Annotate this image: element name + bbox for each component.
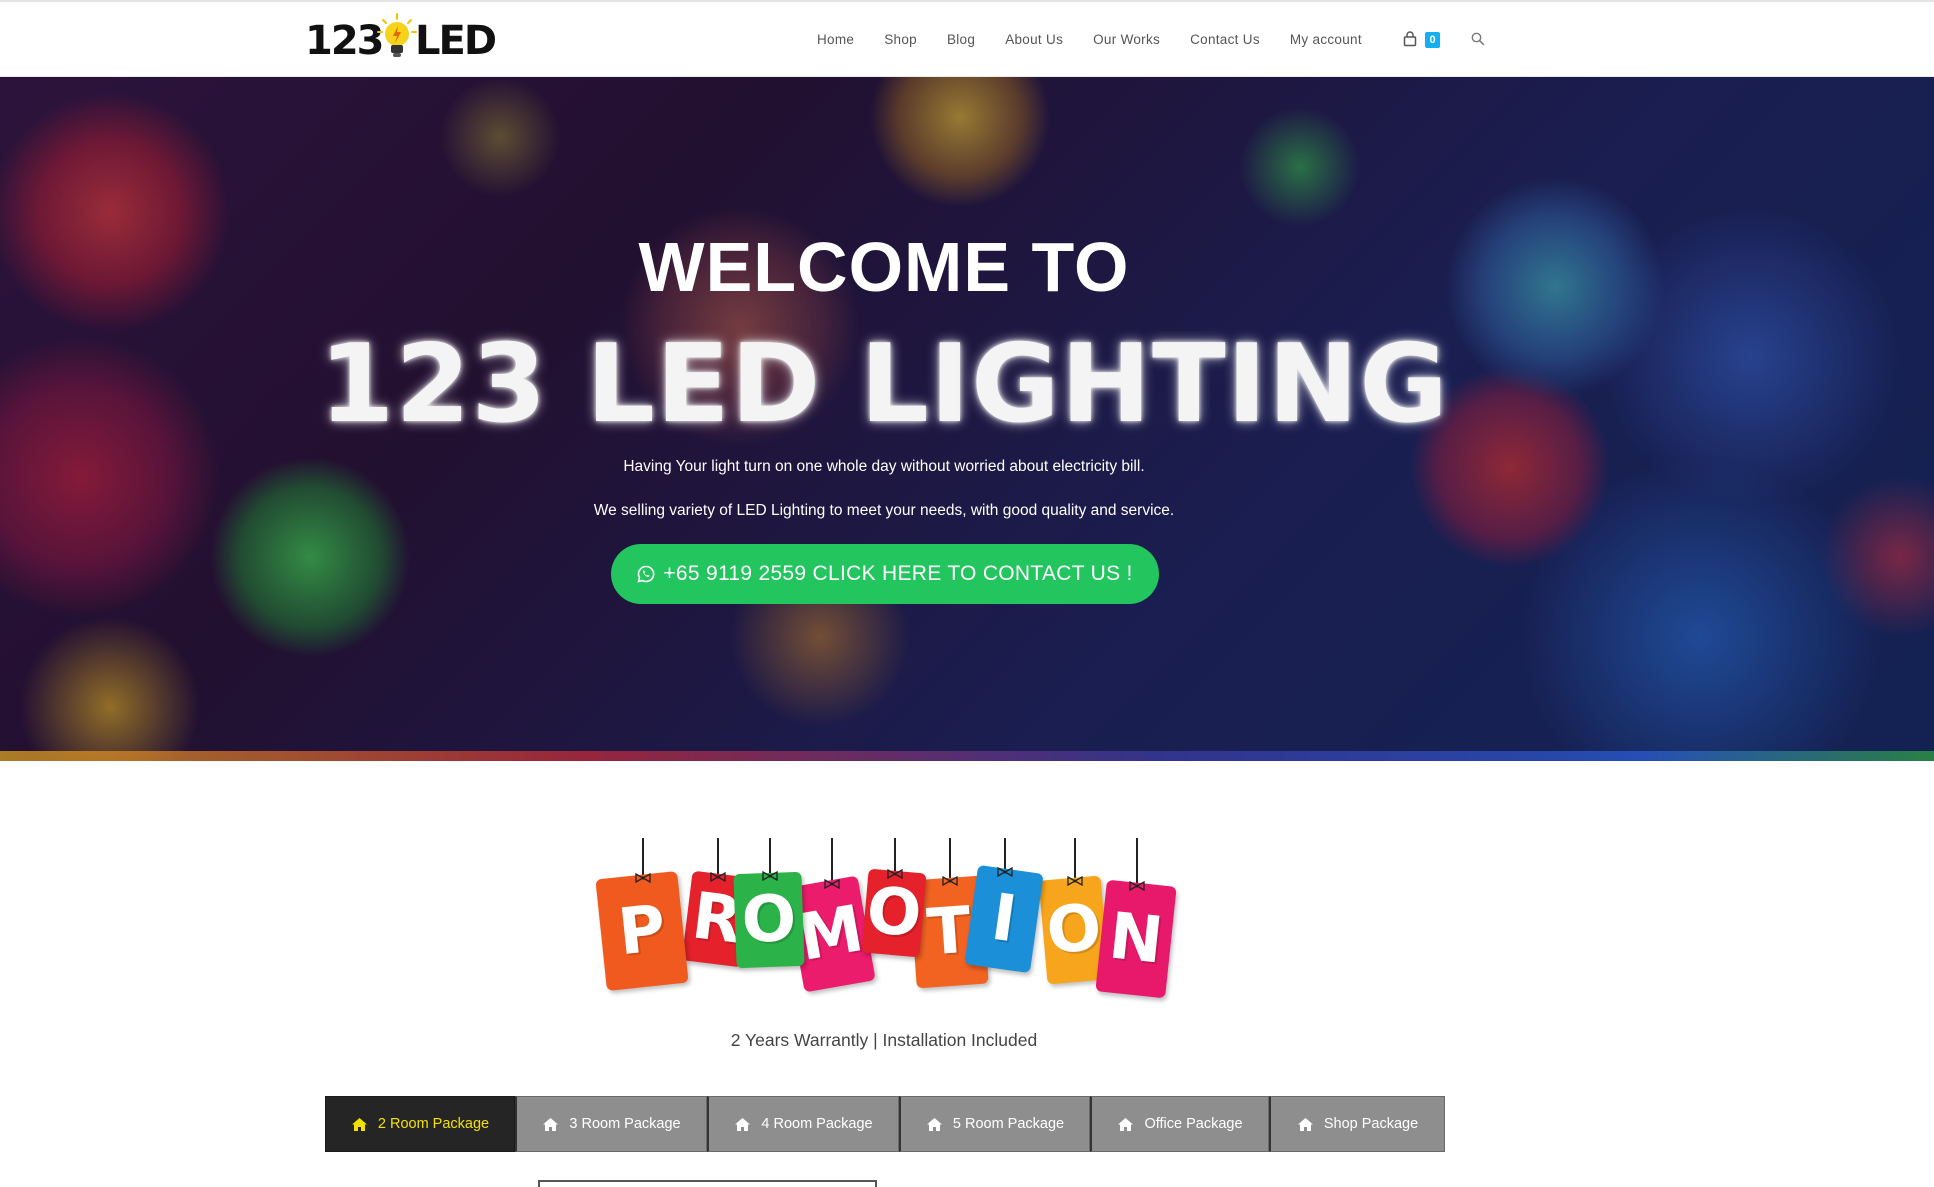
promotion-letter-tag: O	[861, 868, 927, 958]
hero-bottom-glow	[0, 751, 1934, 761]
promotion-string	[831, 838, 833, 885]
site-logo[interactable]: 123 LED	[305, 12, 497, 66]
bow-icon	[887, 869, 903, 879]
tab-label: Office Package	[1144, 1116, 1243, 1132]
bow-icon	[1067, 876, 1083, 886]
promotion-string	[1136, 838, 1138, 887]
home-icon	[735, 1117, 751, 1131]
bow-icon	[824, 879, 840, 889]
promotion-letter-tag: O	[733, 871, 805, 969]
cart-button[interactable]: 0	[1402, 30, 1442, 50]
hero-banner: WELCOME TO 123 LED LIGHTING Having Your …	[0, 77, 1934, 761]
nav-blog[interactable]: Blog	[947, 32, 975, 47]
tab-3-room-package[interactable]: 3 Room Package	[515, 1096, 707, 1152]
shopping-bag-icon	[1403, 31, 1417, 47]
logo-text-left: 123	[305, 18, 384, 64]
bow-icon	[997, 867, 1013, 877]
home-icon	[1118, 1117, 1134, 1131]
tab-4-room-package[interactable]: 4 Room Package	[707, 1096, 899, 1152]
promotion-letter-tag: P	[595, 871, 689, 991]
bow-icon	[710, 872, 726, 882]
tab-label: 3 Room Package	[569, 1116, 681, 1132]
tab-label: 4 Room Package	[761, 1116, 873, 1132]
cart-count-badge: 0	[1425, 32, 1440, 48]
nav-about-us[interactable]: About Us	[1005, 32, 1063, 47]
promotion-banner: PROMOTION	[595, 838, 1177, 1003]
search-button[interactable]	[1471, 32, 1485, 51]
main-nav: Home Shop Blog About Us Our Works Contac…	[817, 2, 1392, 77]
hero-title-brand: 123 LED LIGHTING	[319, 322, 1449, 447]
promotion-letter-tag: I	[964, 864, 1044, 974]
home-icon	[351, 1117, 367, 1131]
cta-label: +65 9119 2559 CLICK HERE TO CONTACT US !	[663, 562, 1133, 585]
tab-office-package[interactable]: Office Package	[1090, 1096, 1269, 1152]
package-content-box	[538, 1180, 877, 1187]
nav-my-account[interactable]: My account	[1290, 32, 1362, 47]
bow-icon	[635, 873, 651, 883]
nav-our-works[interactable]: Our Works	[1093, 32, 1160, 47]
logo-text-right: LED	[415, 18, 497, 64]
whatsapp-icon	[637, 565, 655, 583]
nav-shop[interactable]: Shop	[884, 32, 917, 47]
lightbulb-icon	[377, 13, 417, 57]
nav-contact-us[interactable]: Contact Us	[1190, 32, 1260, 47]
bow-icon	[942, 876, 958, 886]
hero-title-welcome: WELCOME TO	[638, 228, 1130, 306]
tab-shop-package[interactable]: Shop Package	[1269, 1096, 1445, 1152]
search-icon	[1471, 32, 1485, 46]
nav-home[interactable]: Home	[817, 32, 854, 47]
bow-icon	[762, 871, 778, 881]
tab-5-room-package[interactable]: 5 Room Package	[899, 1096, 1090, 1152]
promotion-letter-tag: N	[1095, 879, 1177, 999]
tab-2-room-package[interactable]: 2 Room Package	[325, 1096, 515, 1152]
home-icon	[543, 1117, 559, 1131]
home-icon	[926, 1117, 942, 1131]
tab-label: 2 Room Package	[377, 1116, 490, 1132]
tab-label: Shop Package	[1323, 1116, 1419, 1132]
bow-icon	[1129, 881, 1145, 891]
promotion-subtitle: 2 Years Warrantly | Installation Include…	[730, 1030, 1038, 1050]
package-tabs: 2 Room Package 3 Room Package 4 Room Pac…	[325, 1096, 1445, 1152]
contact-cta-button[interactable]: +65 9119 2559 CLICK HERE TO CONTACT US !	[611, 544, 1159, 604]
hero-text-1: Having Your light turn on one whole day …	[623, 458, 1145, 475]
site-header: 123 LED Home Shop Blog About Us Our Work…	[0, 2, 1934, 77]
hero-text-2: We selling variety of LED Lighting to me…	[593, 502, 1175, 519]
tab-label: 5 Room Package	[952, 1116, 1065, 1132]
home-icon	[1297, 1117, 1313, 1131]
